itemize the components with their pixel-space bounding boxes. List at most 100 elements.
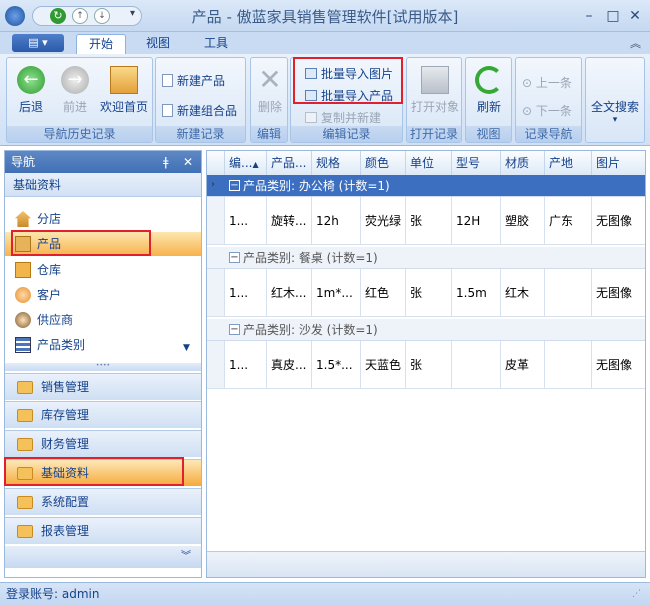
column-header-origin[interactable]: 产地 [545, 151, 592, 175]
nav-overflow-button[interactable]: ︾ [5, 546, 201, 568]
group-label: 产品类别: 沙发 (计数=1) [243, 323, 378, 337]
group-label: 编辑记录 [291, 126, 402, 142]
tab-tools[interactable]: 工具 [192, 34, 240, 54]
module-system-config[interactable]: 系统配置 [5, 488, 201, 515]
row-indicator [207, 197, 225, 245]
table-row[interactable]: 1... 旋转... 12h 荧光绿 张 12H 塑胶 广东 无图像 [207, 197, 645, 245]
module-label: 销售管理 [41, 380, 90, 394]
delete-icon: ✕ [258, 63, 282, 96]
import-images-button[interactable]: 批量导入图片 [305, 65, 393, 83]
column-header-material[interactable]: 材质 [501, 151, 545, 175]
collapse-icon[interactable]: − [229, 324, 240, 335]
new-product-button[interactable]: 新建产品 [162, 72, 225, 90]
refresh-button[interactable]: 刷新 [466, 66, 512, 115]
import-products-button[interactable]: 批量导入产品 [305, 87, 393, 105]
scroll-down-icon[interactable]: ▼ [183, 343, 190, 353]
collapse-icon[interactable]: − [229, 180, 240, 191]
column-header-name[interactable]: 产品... [267, 151, 312, 175]
column-header-color[interactable]: 颜色 [361, 151, 406, 175]
column-header-unit[interactable]: 单位 [406, 151, 452, 175]
back-icon: ← [17, 66, 45, 94]
tab-start[interactable]: 开始 [76, 34, 127, 54]
document-icon [162, 74, 173, 87]
row-indicator-header [207, 151, 225, 175]
module-label: 报表管理 [41, 524, 90, 538]
sort-asc-icon: ▲ [252, 160, 259, 169]
home-label: 欢迎首页 [99, 100, 148, 114]
users-icon [15, 287, 31, 303]
next-record-button[interactable]: ⊙ 下一条 [522, 102, 572, 120]
group-label: 导航历史记录 [7, 126, 152, 142]
prev-record-button[interactable]: ⊙ 上一条 [522, 74, 572, 92]
collapse-ribbon-icon[interactable]: ︽ [630, 35, 641, 51]
copy-icon [305, 112, 317, 123]
group-label: 打开记录 [407, 126, 461, 142]
group-row[interactable]: − 产品类别: 办公椅 (计数=1) [207, 175, 645, 197]
group-row[interactable]: − 产品类别: 餐桌 (计数=1) [207, 247, 645, 269]
module-finance[interactable]: 财务管理 [5, 430, 201, 457]
nav-section-header: 基础资料 [5, 173, 201, 197]
column-header-model[interactable]: 型号 [452, 151, 501, 175]
module-sales[interactable]: 销售管理 [5, 373, 201, 400]
back-label: 后退 [18, 100, 43, 114]
horizontal-scrollbar[interactable] [207, 551, 645, 577]
splitter-handle[interactable]: •••• [5, 363, 201, 371]
table-row[interactable]: 1... 红木... 1m*... 红色 张 1.5m 红木 无图像 [207, 269, 645, 317]
up-arrow-icon: ⊙ [522, 76, 533, 90]
nav-item-product-category[interactable]: 产品类别 [5, 333, 201, 357]
collapse-icon[interactable]: − [229, 252, 240, 263]
module-inventory[interactable]: 库存管理 [5, 401, 201, 428]
cell: 塑胶 [501, 197, 545, 245]
forward-button[interactable]: → 前进 [55, 66, 95, 115]
column-header-code[interactable]: 编...▲ [225, 151, 267, 175]
nav-item-customer[interactable]: 客户 [5, 283, 201, 307]
cell: 张 [406, 197, 452, 245]
nav-item-label: 客户 [37, 288, 62, 302]
maximize-icon[interactable]: □ [604, 7, 622, 25]
minimize-icon[interactable]: – [580, 7, 598, 25]
cell: 1... [225, 341, 267, 389]
fulltext-search-button[interactable]: 全文搜索 ▾ [586, 98, 644, 125]
home-button[interactable]: 欢迎首页 [95, 66, 153, 115]
cell: 荧光绿 [361, 197, 406, 245]
delete-button[interactable]: ✕ 删除 [253, 66, 287, 115]
cell: 旋转... [267, 197, 312, 245]
nav-item-label: 供应商 [37, 313, 74, 327]
cell: 张 [406, 341, 452, 389]
cell: 1... [225, 269, 267, 317]
group-row[interactable]: − 产品类别: 沙发 (计数=1) [207, 319, 645, 341]
nav-item-supplier[interactable]: 供应商 [5, 308, 201, 332]
document-icon [162, 104, 173, 117]
column-header-image[interactable]: 图片 [592, 151, 645, 175]
nav-item-branch[interactable]: 分店 [5, 207, 201, 231]
close-icon[interactable]: ✕ [183, 151, 193, 173]
ribbon-tabs: ▤ ▾ 开始 视图 工具 ︽ [0, 32, 650, 54]
group-search: 全文搜索 ▾ [585, 57, 645, 143]
back-button[interactable]: ← 后退 [11, 66, 51, 115]
group-label: 编辑 [251, 126, 287, 142]
open-object-button[interactable]: 打开对象 [407, 66, 463, 115]
cell: 无图像 [592, 341, 645, 389]
new-combo-button[interactable]: 新建组合品 [162, 102, 237, 120]
pin-icon[interactable]: ǂ [163, 151, 169, 173]
copy-new-label: 复制并新建 [321, 111, 382, 125]
nav-item-label: 仓库 [37, 263, 62, 277]
product-grid: 编...▲ 产品... 规格 颜色 单位 型号 材质 产地 图片 − 产品类别: … [206, 150, 646, 578]
group-edit: ✕ 删除 编辑 [250, 57, 288, 143]
open-object-icon [421, 66, 449, 94]
module-label: 系统配置 [41, 495, 90, 509]
copy-new-button[interactable]: 复制并新建 [305, 109, 381, 127]
nav-item-warehouse[interactable]: 仓库 [5, 258, 201, 282]
module-label: 库存管理 [41, 408, 90, 422]
module-reports[interactable]: 报表管理 [5, 517, 201, 544]
tab-view[interactable]: 视图 [134, 34, 182, 54]
cell: 1... [225, 197, 267, 245]
row-pointer-icon: › [211, 179, 215, 190]
close-icon[interactable]: ✕ [626, 7, 644, 25]
resize-grip-icon[interactable]: ⋰ [632, 583, 641, 605]
app-button[interactable]: ▤ ▾ [12, 34, 64, 52]
table-row[interactable]: 1... 真皮... 1.5*... 天蓝色 张 皮革 无图像 [207, 341, 645, 389]
basic-data-highlight-box [4, 457, 184, 486]
column-header-spec[interactable]: 规格 [312, 151, 361, 175]
group-label: 记录导航 [516, 126, 581, 142]
